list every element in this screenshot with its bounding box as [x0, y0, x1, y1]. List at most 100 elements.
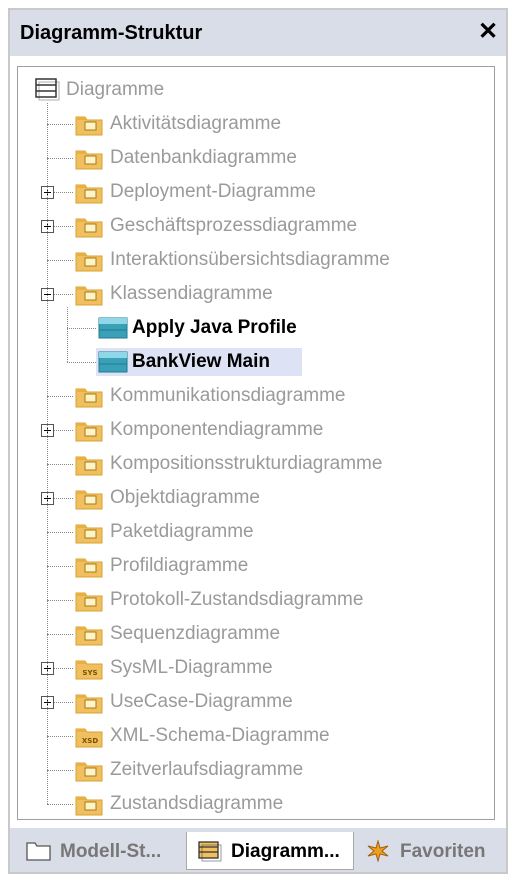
tree-item-label: BankView Main	[132, 351, 270, 372]
deployment-folder-icon	[75, 180, 103, 204]
panel-titlebar: Diagramm-Struktur ✕	[10, 10, 506, 56]
tab-diagram-tree[interactable]: Diagramm...	[186, 832, 354, 870]
tree-item[interactable]: SYS SysML-Diagramme	[18, 653, 488, 683]
tree-item[interactable]: Geschäftsprozessdiagramme	[18, 211, 488, 241]
tree-item-label: Protokoll-Zustandsdiagramme	[110, 589, 364, 610]
tree-item[interactable]: Kommunikationsdiagramme	[18, 381, 488, 411]
tree-item-label: SysML-Diagramme	[110, 657, 273, 678]
xml-schema-folder-icon: XSD	[75, 724, 103, 748]
tree-connector	[47, 396, 73, 397]
class-diagram-icon	[98, 350, 128, 374]
profile-folder-icon	[75, 554, 103, 578]
tree-container: Diagramme Aktivitätsdiagramme Datenbankd…	[18, 67, 494, 819]
tree-root-label: Diagramme	[66, 79, 165, 100]
panel-title: Diagramm-Struktur	[20, 22, 203, 44]
class-folder-icon	[75, 282, 103, 306]
tree-child-item[interactable]: Apply Java Profile	[18, 313, 488, 343]
tree-item-label: Paketdiagramme	[110, 521, 254, 542]
database-folder-icon	[75, 146, 103, 170]
sysml-folder-icon: SYS	[75, 656, 103, 680]
tree-item[interactable]: Deployment-Diagramme	[18, 177, 488, 207]
tree-item[interactable]: Interaktionsübersichtsdiagramme	[18, 245, 488, 275]
tree-item-label: Aktivitätsdiagramme	[110, 113, 282, 134]
tree-item-label: Sequenzdiagramme	[110, 623, 281, 644]
state-folder-icon	[75, 792, 103, 816]
tree-vertical-line	[47, 103, 48, 804]
tree-item-label: Objektdiagramme	[110, 487, 260, 508]
diagrams-root-icon	[34, 77, 62, 101]
business-process-folder-icon	[75, 214, 103, 238]
tab-label: Modell-St...	[60, 841, 162, 862]
diagram-tree-panel: Diagramm-Struktur ✕ Diagramme Aktivitäts…	[8, 8, 508, 874]
tree-item-label: Kommunikationsdiagramme	[110, 385, 346, 406]
activity-folder-icon	[75, 112, 103, 136]
tree-item-label: Komponentendiagramme	[110, 419, 324, 440]
tree-item-label: Zeitverlaufsdiagramme	[110, 759, 304, 780]
composite-structure-folder-icon	[75, 452, 103, 476]
sequence-folder-icon	[75, 622, 103, 646]
tree-connector	[47, 464, 73, 465]
close-icon[interactable]: ✕	[474, 18, 502, 46]
tree-item[interactable]: Datenbankdiagramme	[18, 143, 488, 173]
tree-item-label: XML-Schema-Diagramme	[110, 725, 330, 746]
tree-connector	[47, 158, 73, 159]
tree-item[interactable]: Zustandsdiagramme	[18, 789, 488, 819]
tree-item-label: Apply Java Profile	[132, 317, 297, 338]
package-folder-icon	[75, 520, 103, 544]
tree-item[interactable]: Sequenzdiagramme	[18, 619, 488, 649]
svg-text:SYS: SYS	[82, 669, 97, 677]
tree-connector	[47, 736, 73, 737]
favorites-icon	[366, 839, 390, 868]
tree-connector	[47, 600, 73, 601]
timing-folder-icon	[75, 758, 103, 782]
tree-item[interactable]: XSD XML-Schema-Diagramme	[18, 721, 488, 751]
tree-item[interactable]: Komponentendiagramme	[18, 415, 488, 445]
tree-view[interactable]: Diagramme Aktivitätsdiagramme Datenbankd…	[17, 66, 495, 820]
tab-label: Diagramm...	[231, 841, 340, 862]
svg-text:XSD: XSD	[82, 737, 98, 745]
tree-connector	[47, 566, 73, 567]
tree-item-label: Datenbankdiagramme	[110, 147, 297, 168]
tree-item[interactable]: UseCase-Diagramme	[18, 687, 488, 717]
tab-label: Favoriten	[400, 841, 486, 862]
diagrams-icon	[197, 840, 223, 868]
communication-folder-icon	[75, 384, 103, 408]
tree-connector	[47, 532, 73, 533]
tree-connector	[47, 124, 73, 125]
tree-item[interactable]: Objektdiagramme	[18, 483, 488, 513]
tab-model-tree[interactable]: Modell-St...	[16, 832, 184, 870]
tree-item-label: Deployment-Diagramme	[110, 181, 316, 202]
panel-tabs: Modell-St... Diagramm... Favoriten	[10, 828, 506, 872]
tree-connector	[47, 260, 73, 261]
tree-item[interactable]: Paketdiagramme	[18, 517, 488, 547]
tree-connector	[47, 804, 73, 805]
tree-item-label: Kompositionsstrukturdiagramme	[110, 453, 383, 474]
tree-item-label: Geschäftsprozessdiagramme	[110, 215, 358, 236]
tree-connector	[47, 770, 73, 771]
tree-item-label: UseCase-Diagramme	[110, 691, 293, 712]
object-folder-icon	[75, 486, 103, 510]
interaction-overview-folder-icon	[75, 248, 103, 272]
tree-connector	[47, 634, 73, 635]
tree-connector	[67, 362, 96, 363]
tree-item[interactable]: Protokoll-Zustandsdiagramme	[18, 585, 488, 615]
class-diagram-icon	[98, 316, 128, 340]
tree-item-label: Klassendiagramme	[110, 283, 273, 304]
tree-child-item[interactable]: BankView Main	[18, 347, 488, 377]
usecase-folder-icon	[75, 690, 103, 714]
tree-item-label: Zustandsdiagramme	[110, 793, 284, 814]
component-folder-icon	[75, 418, 103, 442]
tree-item-label: Profildiagramme	[110, 555, 249, 576]
protocol-state-folder-icon	[75, 588, 103, 612]
folder-icon	[26, 840, 52, 868]
tree-item[interactable]: Kompositionsstrukturdiagramme	[18, 449, 488, 479]
tree-item[interactable]: Klassendiagramme	[18, 279, 488, 309]
tree-root[interactable]: Diagramme	[18, 75, 488, 105]
tab-favorites[interactable]: Favoriten	[356, 832, 502, 870]
tree-item-label: Interaktionsübersichtsdiagramme	[110, 249, 390, 270]
tree-connector	[67, 328, 96, 329]
tree-item[interactable]: Profildiagramme	[18, 551, 488, 581]
tree-child-vertical-line	[67, 307, 68, 362]
tree-item[interactable]: Zeitverlaufsdiagramme	[18, 755, 488, 785]
tree-item[interactable]: Aktivitätsdiagramme	[18, 109, 488, 139]
